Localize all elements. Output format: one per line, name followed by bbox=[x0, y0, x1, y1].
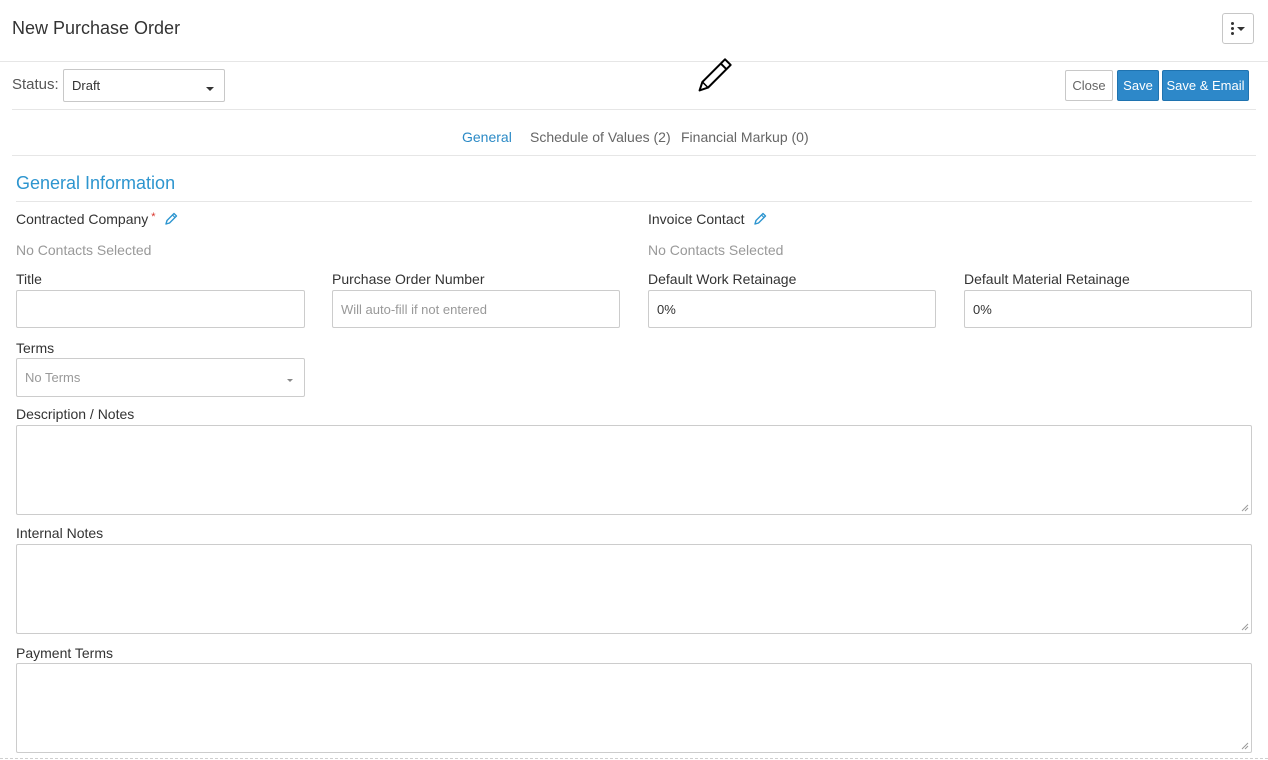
description-label: Description / Notes bbox=[16, 406, 135, 422]
status-select[interactable]: Draft bbox=[63, 69, 225, 102]
resize-grip-icon[interactable] bbox=[1241, 504, 1249, 512]
bottom-dashed-divider bbox=[0, 758, 1268, 759]
po-number-placeholder: Will auto-fill if not entered bbox=[341, 301, 487, 317]
required-marker: * bbox=[151, 211, 156, 223]
section-divider bbox=[16, 201, 1252, 202]
page-title: New Purchase Order bbox=[12, 18, 181, 38]
status-value: Draft bbox=[72, 78, 101, 93]
more-actions-button[interactable] bbox=[1222, 13, 1254, 44]
material-retainage-label: Default Material Retainage bbox=[964, 271, 1130, 287]
work-retainage-input[interactable]: 0% bbox=[648, 290, 936, 328]
po-number-label: Purchase Order Number bbox=[332, 271, 485, 287]
tab-schedule-of-values[interactable]: Schedule of Values (2) bbox=[530, 129, 671, 145]
title-label: Title bbox=[16, 271, 42, 287]
internal-notes-label: Internal Notes bbox=[16, 525, 104, 541]
close-button[interactable]: Close bbox=[1065, 70, 1113, 101]
edit-pencil-icon[interactable] bbox=[163, 211, 179, 227]
resize-grip-icon[interactable] bbox=[1241, 742, 1249, 750]
invoice-contact-label: Invoice Contact bbox=[648, 211, 745, 227]
status-label: Status: bbox=[12, 76, 59, 93]
kebab-icon bbox=[1231, 22, 1234, 35]
save-button[interactable]: Save bbox=[1117, 70, 1159, 101]
payment-terms-label: Payment Terms bbox=[16, 645, 113, 661]
internal-notes-textarea[interactable] bbox=[16, 544, 1252, 634]
invoice-contact-value: No Contacts Selected bbox=[648, 242, 784, 258]
resize-grip-icon[interactable] bbox=[1241, 623, 1249, 631]
edit-pencil-icon[interactable] bbox=[752, 211, 768, 227]
material-retainage-input[interactable]: 0% bbox=[964, 290, 1252, 328]
header-divider bbox=[0, 61, 1268, 62]
title-input[interactable] bbox=[16, 290, 305, 328]
material-retainage-value: 0% bbox=[973, 301, 992, 317]
payment-terms-textarea[interactable] bbox=[16, 663, 1252, 753]
contracted-company-label-text: Contracted Company bbox=[16, 211, 149, 227]
toolbar-divider bbox=[12, 109, 1256, 110]
section-title: General Information bbox=[16, 173, 176, 193]
tab-financial-markup[interactable]: Financial Markup (0) bbox=[681, 129, 809, 145]
description-textarea[interactable] bbox=[16, 425, 1252, 515]
tab-general[interactable]: General bbox=[462, 129, 512, 145]
work-retainage-value: 0% bbox=[657, 301, 676, 317]
po-number-input[interactable]: Will auto-fill if not entered bbox=[332, 290, 620, 328]
work-retainage-label: Default Work Retainage bbox=[648, 271, 797, 287]
chevron-down-icon bbox=[1237, 26, 1245, 31]
save-and-email-button[interactable]: Save & Email bbox=[1162, 70, 1249, 101]
terms-value: No Terms bbox=[25, 370, 81, 385]
chevron-down-icon bbox=[287, 379, 293, 382]
tabs-divider bbox=[12, 155, 1256, 156]
contracted-company-label: Contracted Company * bbox=[16, 211, 156, 227]
terms-label: Terms bbox=[16, 340, 55, 356]
terms-select[interactable]: No Terms bbox=[16, 358, 305, 397]
contracted-company-value: No Contacts Selected bbox=[16, 242, 152, 258]
chevron-down-icon bbox=[206, 87, 214, 91]
